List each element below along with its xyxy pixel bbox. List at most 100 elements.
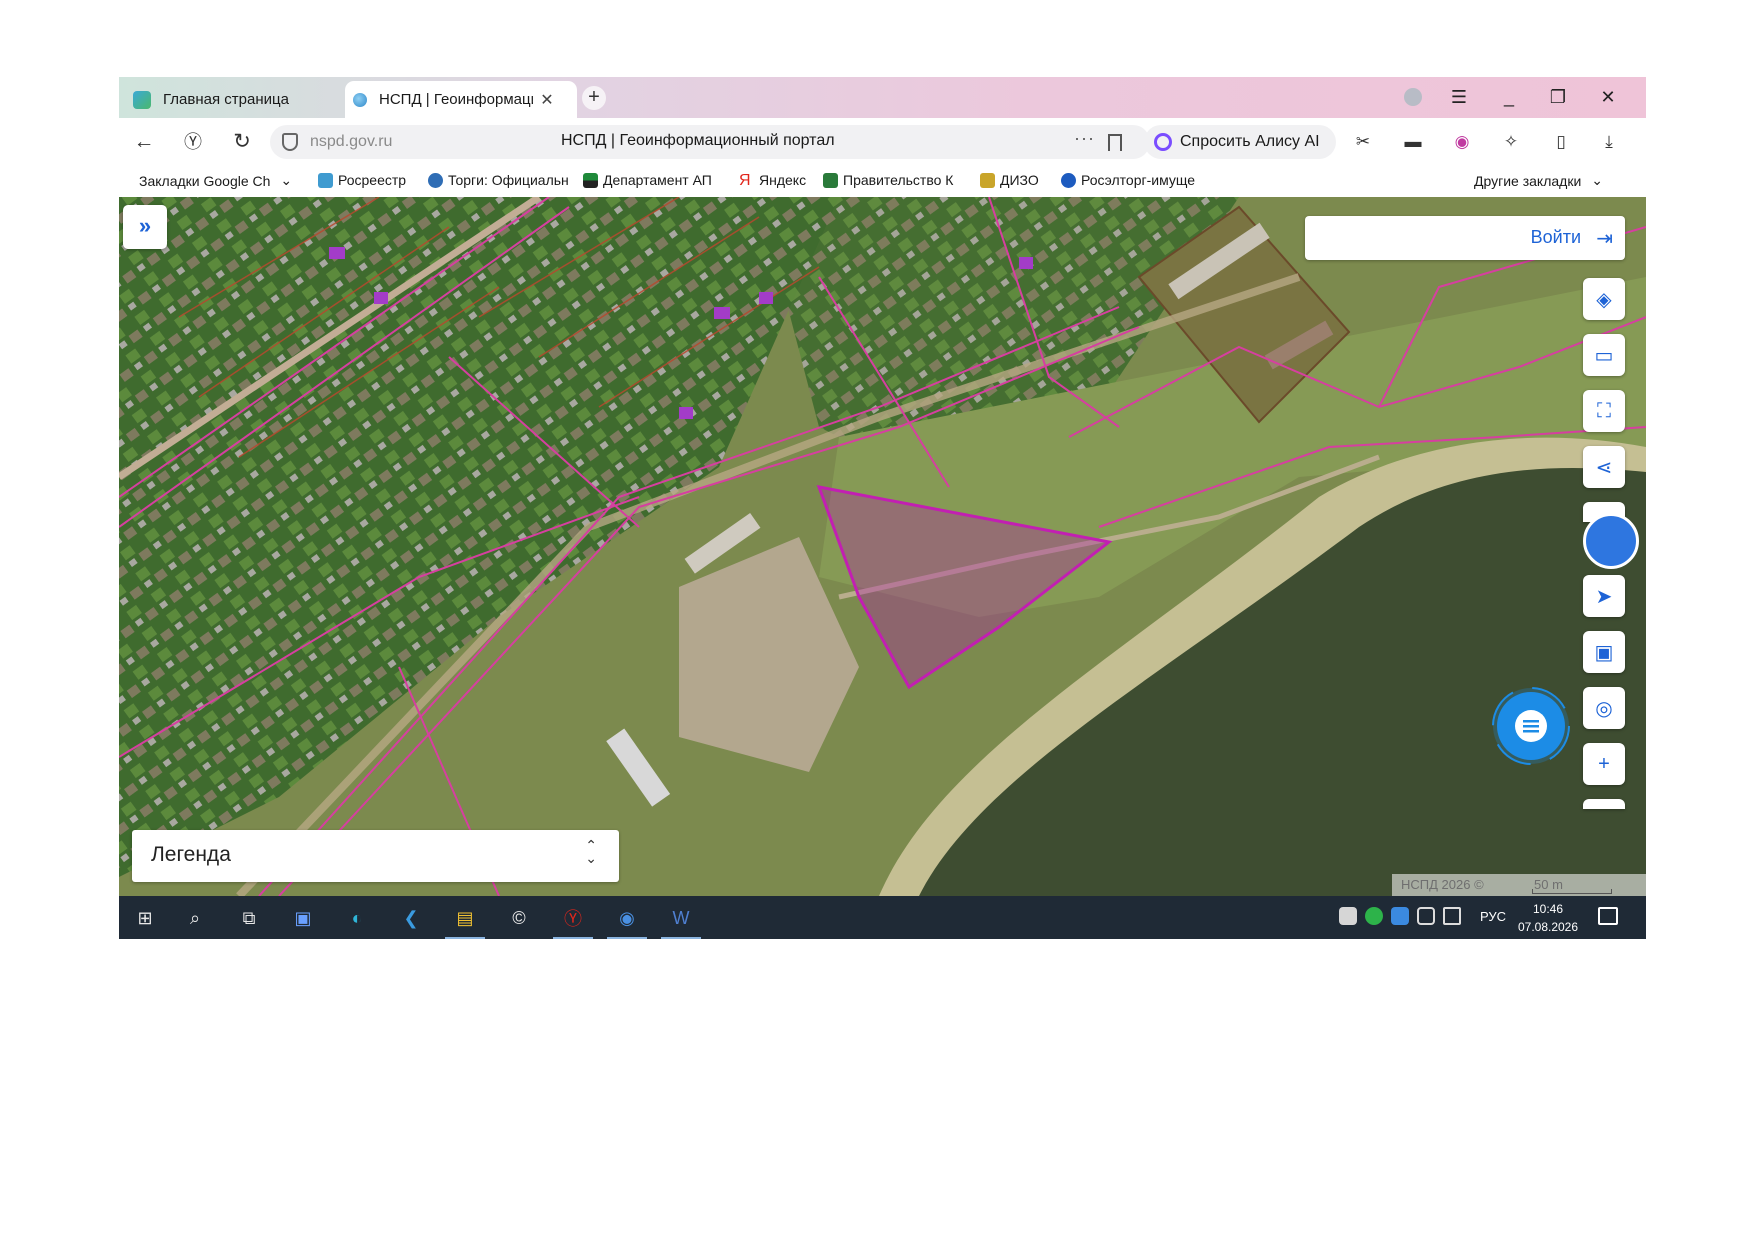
login-label: Войти bbox=[1530, 227, 1581, 247]
yandex-browser-icon[interactable]: Ⓨ bbox=[553, 902, 593, 939]
bookmark-roseltorg[interactable]: Росэлторг-имуще bbox=[1061, 172, 1203, 188]
roseltorg-icon bbox=[1061, 172, 1076, 188]
recorder-extension-icon[interactable]: ◉ bbox=[1451, 131, 1473, 153]
page-title: НСПД | Геоинформационный портал bbox=[561, 132, 835, 149]
bookmark-dizo[interactable]: ДИЗО bbox=[980, 172, 1039, 188]
extension-icon[interactable]: ✂ bbox=[1352, 131, 1374, 153]
select-area-icon: ⛶ bbox=[1597, 399, 1611, 422]
bookmark-label: Закладки Google Ch bbox=[139, 172, 271, 189]
clock-time: 10:46 bbox=[1532, 902, 1564, 916]
login-button[interactable]: Войти ⇥ bbox=[1305, 216, 1625, 260]
bookmark-icon[interactable] bbox=[1108, 134, 1122, 151]
alisa-icon bbox=[1154, 133, 1172, 151]
save-app-icon[interactable]: ▣ bbox=[287, 902, 319, 934]
address-bar[interactable]: nspd.gov.ru НСПД | Геоинформационный пор… bbox=[270, 125, 1150, 159]
more-icon[interactable]: ··· bbox=[1074, 128, 1095, 149]
bookmark-department[interactable]: Департамент АП bbox=[583, 172, 725, 188]
network-icon[interactable] bbox=[1443, 907, 1461, 925]
volume-muted-icon[interactable] bbox=[1417, 907, 1435, 925]
bookmark-label: Департамент АП bbox=[603, 172, 712, 188]
tab-title: НСПД | Геоинформаци bbox=[379, 91, 533, 108]
app-c-icon[interactable]: © bbox=[503, 902, 535, 934]
new-tab-button[interactable]: + bbox=[582, 86, 606, 110]
bookmarks-bar: Закладки Google Ch ⌄ Росреестр Торги: Оф… bbox=[119, 165, 1646, 197]
legend-label: Легенда bbox=[151, 843, 231, 866]
tab-home[interactable]: Главная страница bbox=[125, 81, 345, 118]
navigate-button[interactable]: ➤ bbox=[1583, 575, 1625, 617]
app-arrow-icon[interactable]: ❮ bbox=[395, 902, 427, 934]
nspd-logo-icon bbox=[1583, 513, 1639, 569]
browser-menu-icon[interactable]: ☰ bbox=[1442, 85, 1476, 109]
thunderbird-icon[interactable]: ◉ bbox=[607, 902, 647, 939]
nspd-favicon-icon bbox=[353, 92, 367, 107]
close-window-button[interactable]: ✕ bbox=[1591, 85, 1625, 109]
collections-icon[interactable]: ▯ bbox=[1550, 131, 1572, 153]
other-bookmarks-button[interactable]: Другие закладки ⌄ bbox=[1474, 172, 1603, 189]
bookmark-yandex[interactable]: Я Яндекс bbox=[739, 172, 806, 188]
restore-button[interactable]: ❐ bbox=[1541, 85, 1575, 109]
download-icon[interactable]: ⤓ bbox=[1598, 131, 1620, 153]
clock-date: 07.08.2026 bbox=[1517, 920, 1579, 934]
edge-icon[interactable]: ◐ bbox=[341, 902, 373, 934]
reload-icon[interactable]: ↻ bbox=[227, 127, 257, 157]
minimize-button[interactable]: _ bbox=[1492, 85, 1526, 109]
kaspersky-icon[interactable] bbox=[1365, 907, 1383, 925]
yandex-home-icon[interactable]: Ⓨ bbox=[178, 127, 208, 157]
tray-app-icon[interactable] bbox=[1339, 907, 1357, 925]
other-bookmarks-label: Другие закладки bbox=[1474, 172, 1582, 189]
map-view[interactable]: » Войти ⇥ ◈ ▭ ⛶ ⋖ ➤ ▣ ◎ + Легенда ⌃ ⌄ НС… bbox=[119, 197, 1646, 896]
copyright-text: НСПД 2026 © bbox=[1401, 877, 1484, 892]
expand-panel-button[interactable]: » bbox=[123, 205, 167, 249]
share-icon: ⋖ bbox=[1595, 456, 1613, 479]
search-icon[interactable]: ⌕ bbox=[179, 902, 211, 934]
input-language[interactable]: РУС bbox=[1480, 909, 1506, 924]
task-view-icon[interactable]: ⧉ bbox=[233, 902, 265, 934]
minimap-icon: ▣ bbox=[1594, 641, 1614, 664]
legend-toggle-icon[interactable]: ⌃ ⌄ bbox=[585, 838, 597, 865]
ruler-icon: ▭ bbox=[1594, 344, 1614, 367]
search-location-icon: ◎ bbox=[1595, 697, 1613, 720]
bookmark-label: Росреестр bbox=[338, 172, 407, 188]
zoom-in-button[interactable]: + bbox=[1583, 743, 1625, 785]
bookmark-rosreestr[interactable]: Росреестр bbox=[318, 172, 406, 188]
share-button[interactable]: ⋖ bbox=[1583, 446, 1625, 488]
torgi-icon bbox=[428, 172, 443, 188]
bookmark-label: Правительство К bbox=[843, 172, 954, 188]
select-area-button[interactable]: ⛶ bbox=[1583, 390, 1625, 432]
address-row: ← Ⓨ ↻ nspd.gov.ru НСПД | Геоинформационн… bbox=[119, 118, 1646, 165]
bookmark-folder-google[interactable]: Закладки Google Ch ⌄ bbox=[139, 172, 293, 189]
tab-nspd[interactable]: НСПД | Геоинформаци ✕ bbox=[345, 81, 577, 118]
security-shield-icon[interactable] bbox=[282, 133, 298, 151]
ask-alisa-button[interactable]: Спросить Алису AI bbox=[1144, 125, 1336, 159]
measure-button[interactable]: ▭ bbox=[1583, 334, 1625, 376]
bookmark-government[interactable]: Правительство К bbox=[823, 172, 965, 188]
word-icon[interactable]: W bbox=[661, 902, 701, 939]
yandex-icon: Я bbox=[739, 172, 751, 188]
legend-panel[interactable]: Легенда ⌃ ⌄ bbox=[132, 830, 619, 882]
chevron-down-icon: ⌄ bbox=[1591, 172, 1604, 188]
tab-strip: Главная страница НСПД | Геоинформаци ✕ +… bbox=[119, 77, 1646, 118]
notifications-icon[interactable] bbox=[1598, 907, 1618, 925]
file-explorer-icon[interactable]: ▤ bbox=[445, 902, 485, 939]
satellite-imagery bbox=[119, 197, 1646, 896]
minimap-button[interactable]: ▣ bbox=[1583, 631, 1625, 673]
tray-shield-icon[interactable] bbox=[1391, 907, 1409, 925]
back-icon[interactable]: ← bbox=[129, 127, 159, 157]
bookmark-torgi[interactable]: Торги: Официальн bbox=[428, 172, 570, 188]
search-location-button[interactable]: ◎ bbox=[1583, 687, 1625, 729]
chevron-down-icon: ⌄ bbox=[280, 172, 293, 188]
tab-title: Главная страница bbox=[163, 91, 289, 108]
tab-close-icon[interactable]: ✕ bbox=[539, 90, 555, 110]
navigate-icon: ➤ bbox=[1595, 585, 1613, 608]
chat-button[interactable] bbox=[1489, 684, 1573, 768]
vpn-extension-icon[interactable]: ▬ bbox=[1402, 131, 1424, 153]
start-icon[interactable]: ⊞ bbox=[129, 902, 161, 934]
extensions-puzzle-icon[interactable]: ✧ bbox=[1500, 131, 1522, 153]
system-clock[interactable]: 10:46 07.08.2026 bbox=[1509, 900, 1587, 936]
nspd-assistant-button[interactable] bbox=[1583, 507, 1639, 583]
login-icon: ⇥ bbox=[1596, 228, 1613, 250]
zoom-out-button[interactable] bbox=[1583, 799, 1625, 809]
rosreestr-icon bbox=[318, 172, 333, 188]
profile-icon[interactable] bbox=[1404, 88, 1422, 106]
layers-button[interactable]: ◈ bbox=[1583, 278, 1625, 320]
